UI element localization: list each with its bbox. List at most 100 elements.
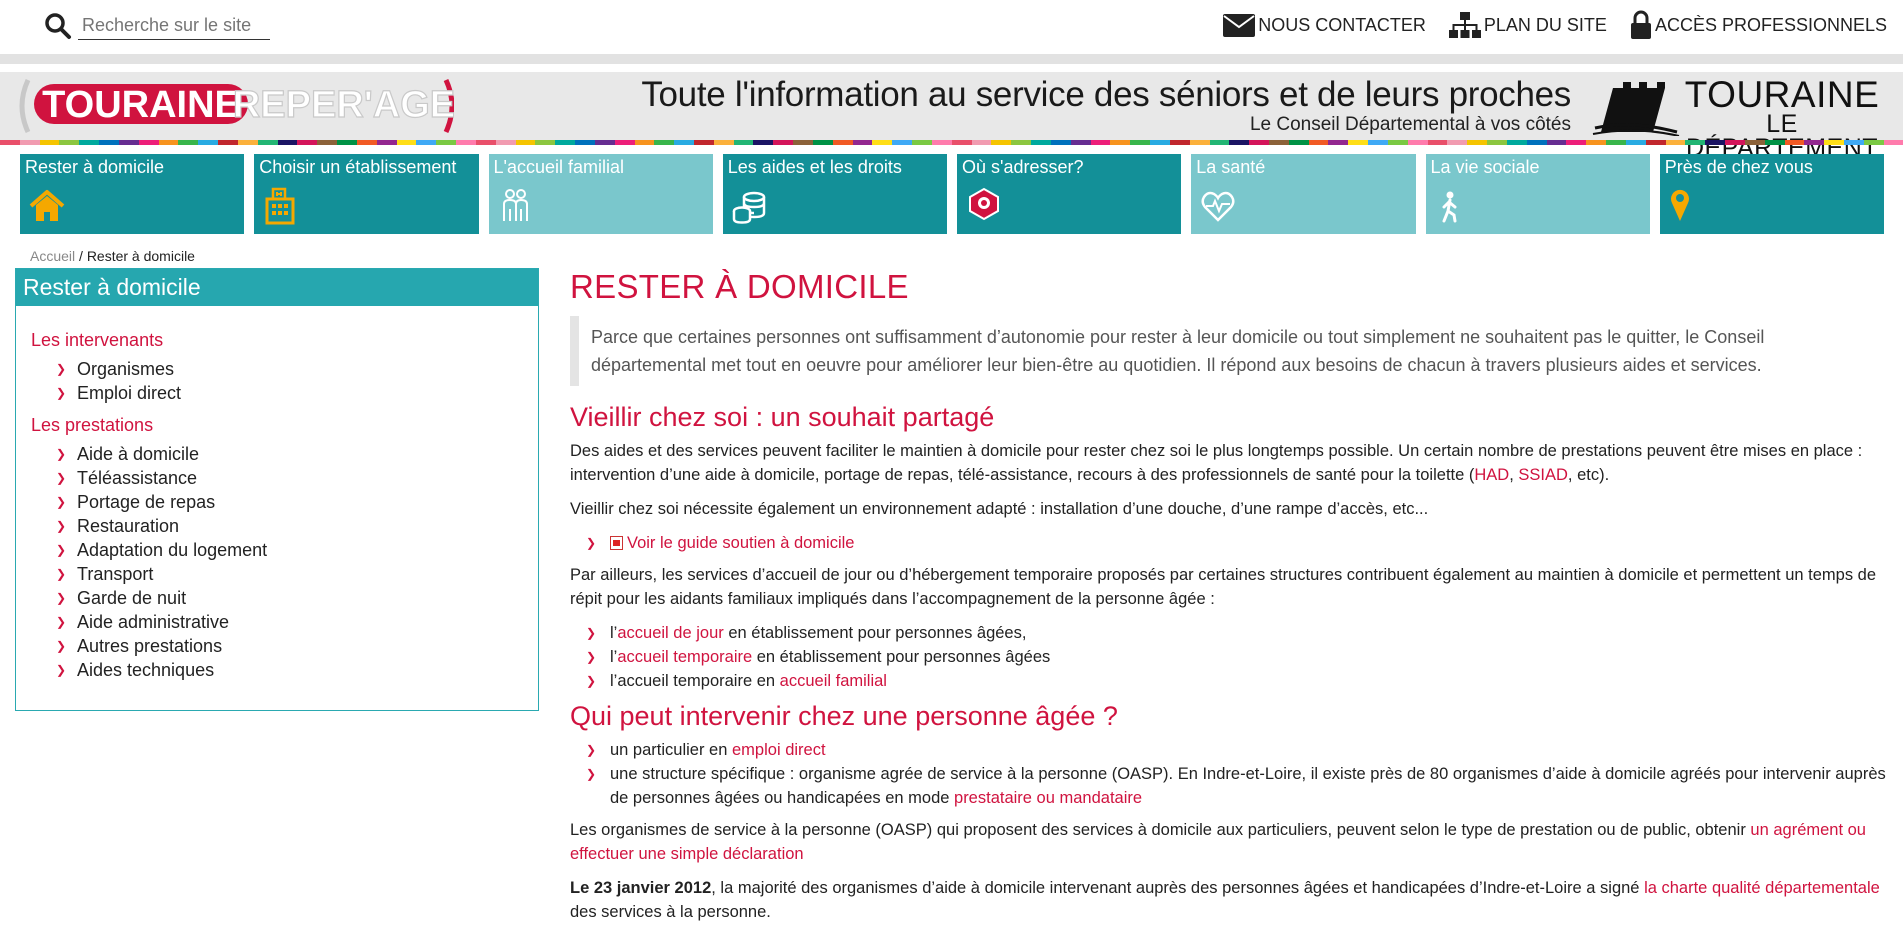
sidebar-item[interactable]: ❯ Aide administrative bbox=[56, 610, 538, 634]
sidebar-item[interactable]: ❯ Aides techniques bbox=[56, 658, 538, 682]
sidebar-section-intervenants[interactable]: Les intervenants bbox=[31, 330, 538, 351]
stripe-segment bbox=[1387, 140, 1408, 145]
search-input[interactable] bbox=[78, 12, 270, 40]
nav-tile-accueil-familial[interactable]: L'accueil familial bbox=[488, 154, 713, 234]
sidebar-item-label: Aides techniques bbox=[77, 660, 215, 680]
sidebar-item[interactable]: ❯ Transport bbox=[56, 562, 538, 586]
stripe-segment bbox=[1011, 140, 1032, 145]
site-logo[interactable]: TOURAINE REPER'AGE bbox=[14, 76, 454, 136]
stripe-segment bbox=[1625, 140, 1646, 145]
contact-link[interactable]: NOUS CONTACTER bbox=[1222, 10, 1426, 40]
list-item: ❯ un particulier en emploi direct bbox=[586, 738, 1890, 762]
stripe-segment bbox=[575, 140, 595, 145]
stripe-segment bbox=[158, 140, 179, 145]
intro-quote: Parce que certaines personnes ont suffis… bbox=[570, 316, 1890, 386]
bullet-icon: ❯ bbox=[586, 743, 597, 757]
nav-tile-label: Où s'adresser? bbox=[962, 157, 1084, 177]
text: , etc). bbox=[1567, 466, 1610, 484]
sidebar-item[interactable]: ❯ Téléassistance bbox=[56, 466, 538, 490]
heart-pulse-icon bbox=[1201, 191, 1235, 222]
stripe-segment bbox=[19, 140, 40, 145]
header-divider bbox=[0, 54, 1903, 64]
paragraph: Des aides et des services peuvent facili… bbox=[570, 439, 1890, 487]
tagline-main: Toute l'information au service des sénio… bbox=[641, 75, 1571, 114]
sidebar-item-label: Garde de nuit bbox=[77, 588, 187, 608]
contact-label: NOUS CONTACTER bbox=[1258, 14, 1426, 35]
nav-tile-pres-de-chez-vous[interactable]: Près de chez vous bbox=[1659, 154, 1884, 234]
pro-access-link[interactable]: ACCÈS PROFESSIONNELS bbox=[1629, 10, 1887, 40]
text: une structure spécifique : organisme agr… bbox=[610, 765, 1886, 807]
color-stripe-band bbox=[0, 140, 1903, 145]
sidebar-item[interactable]: ❯ Garde de nuit bbox=[56, 586, 538, 610]
bullet-icon: ❯ bbox=[56, 591, 67, 605]
stripe-segment bbox=[1506, 140, 1527, 145]
accueil-de-jour-link[interactable]: accueil de jour bbox=[617, 624, 723, 642]
sidebar-item[interactable]: ❯ Autres prestations bbox=[56, 634, 538, 658]
department-logo[interactable]: TOURAINE LE DÉPARTEMENT bbox=[1591, 76, 1881, 161]
nav-tile-label: Près de chez vous bbox=[1664, 157, 1813, 177]
top-bar: NOUS CONTACTER PLAN DU SITE ACCÈS PROFES… bbox=[0, 0, 1903, 54]
text: des services à la personne. bbox=[570, 903, 771, 921]
prestataire-mandataire-link[interactable]: prestataire ou mandataire bbox=[954, 789, 1142, 807]
stripe-segment bbox=[257, 140, 278, 145]
sidebar-item[interactable]: ❯ Aide à domicile bbox=[56, 442, 538, 466]
breadcrumb-home-link[interactable]: Accueil bbox=[30, 248, 75, 264]
ssiad-link[interactable]: SSIAD bbox=[1518, 466, 1568, 484]
building-icon bbox=[265, 187, 295, 225]
search-box bbox=[44, 12, 270, 40]
sidebar-section-prestations[interactable]: Les prestations bbox=[31, 415, 538, 436]
page-title: RESTER À DOMICILE bbox=[570, 268, 909, 305]
nav-tile-rester-a-domicile[interactable]: Rester à domicile bbox=[20, 154, 245, 234]
stripe-segment bbox=[1705, 140, 1726, 145]
location-badge-icon bbox=[969, 187, 999, 221]
text: , la majorité des organismes d’aide à do… bbox=[711, 879, 1645, 897]
sidebar-list-prestations: ❯ Aide à domicile ❯ Téléassistance ❯ Portag… bbox=[16, 442, 538, 682]
bullet-icon: ❯ bbox=[56, 362, 67, 376]
stripe-segment bbox=[198, 140, 219, 145]
emploi-direct-link[interactable]: emploi direct bbox=[732, 741, 826, 759]
nav-tile-choisir-etablissement[interactable]: Choisir un établissement bbox=[254, 154, 479, 234]
stripe-segment bbox=[674, 140, 694, 145]
sitemap-link[interactable]: PLAN DU SITE bbox=[1448, 10, 1607, 40]
envelope-icon bbox=[1223, 14, 1256, 37]
intervenants-list: ❯ un particulier en emploi direct ❯ une st… bbox=[570, 738, 1890, 810]
bullet-icon: ❯ bbox=[56, 495, 67, 509]
bullet-icon: ❯ bbox=[586, 767, 597, 781]
nav-tile-aides-et-droits[interactable]: Les aides et les droits bbox=[722, 154, 947, 234]
sidebar-item[interactable]: ❯ Organismes bbox=[56, 357, 538, 381]
stripe-segment bbox=[138, 140, 159, 145]
map-pin-icon bbox=[1670, 189, 1689, 221]
stripe-segment bbox=[1725, 140, 1745, 145]
stripe-segment bbox=[951, 140, 972, 145]
had-link[interactable]: HAD bbox=[1474, 466, 1509, 484]
accueil-list: ❯ l’accueil de jour en établissement pour… bbox=[570, 621, 1890, 693]
sidebar-item[interactable]: ❯ Emploi direct bbox=[56, 381, 538, 405]
sidebar-item[interactable]: ❯ Portage de repas bbox=[56, 490, 538, 514]
stripe-segment bbox=[456, 140, 476, 145]
sidebar-item[interactable]: ❯ Restauration bbox=[56, 514, 538, 538]
utility-links: NOUS CONTACTER PLAN DU SITE ACCÈS PROFES… bbox=[1222, 10, 1887, 40]
nav-tile-la-sante[interactable]: La santé bbox=[1191, 154, 1416, 234]
stripe-segment bbox=[1189, 140, 1210, 145]
charte-qualite-link[interactable]: la charte qualité départementale bbox=[1644, 879, 1880, 897]
search-icon[interactable] bbox=[44, 12, 72, 40]
breadcrumb: Accueil / Rester à domicile bbox=[30, 248, 195, 264]
list-item: ❯ l’accueil de jour en établissement pour… bbox=[586, 621, 1890, 645]
stripe-segment bbox=[912, 140, 932, 145]
nav-tile-vie-sociale[interactable]: La vie sociale bbox=[1425, 154, 1650, 234]
list-item: ❯ l’accueil temporaire en accueil familia… bbox=[586, 669, 1890, 693]
stripe-segment bbox=[1586, 140, 1607, 145]
stripe-segment bbox=[317, 140, 338, 145]
guide-pdf-link[interactable]: Voir le guide soutien à domicile bbox=[627, 534, 854, 552]
sidebar-list-intervenants: ❯ Organismes ❯ Emploi direct bbox=[16, 357, 538, 405]
stripe-segment bbox=[614, 140, 635, 145]
stripe-segment bbox=[178, 140, 199, 145]
department-text: TOURAINE LE DÉPARTEMENT bbox=[1683, 76, 1881, 161]
accueil-temporaire-link[interactable]: accueil temporaire bbox=[617, 648, 752, 666]
nav-tile-ou-s-adresser[interactable]: Où s'adresser? bbox=[957, 154, 1182, 234]
sidebar-item[interactable]: ❯ Adaptation du logement bbox=[56, 538, 538, 562]
list-item: ❯ l’accueil temporaire en établissement p… bbox=[586, 645, 1890, 669]
main-content: RESTER À DOMICILE Parce que certaines pe… bbox=[570, 262, 1890, 934]
accueil-familial-link[interactable]: accueil familial bbox=[780, 672, 887, 690]
stripe-segment bbox=[1269, 140, 1289, 145]
